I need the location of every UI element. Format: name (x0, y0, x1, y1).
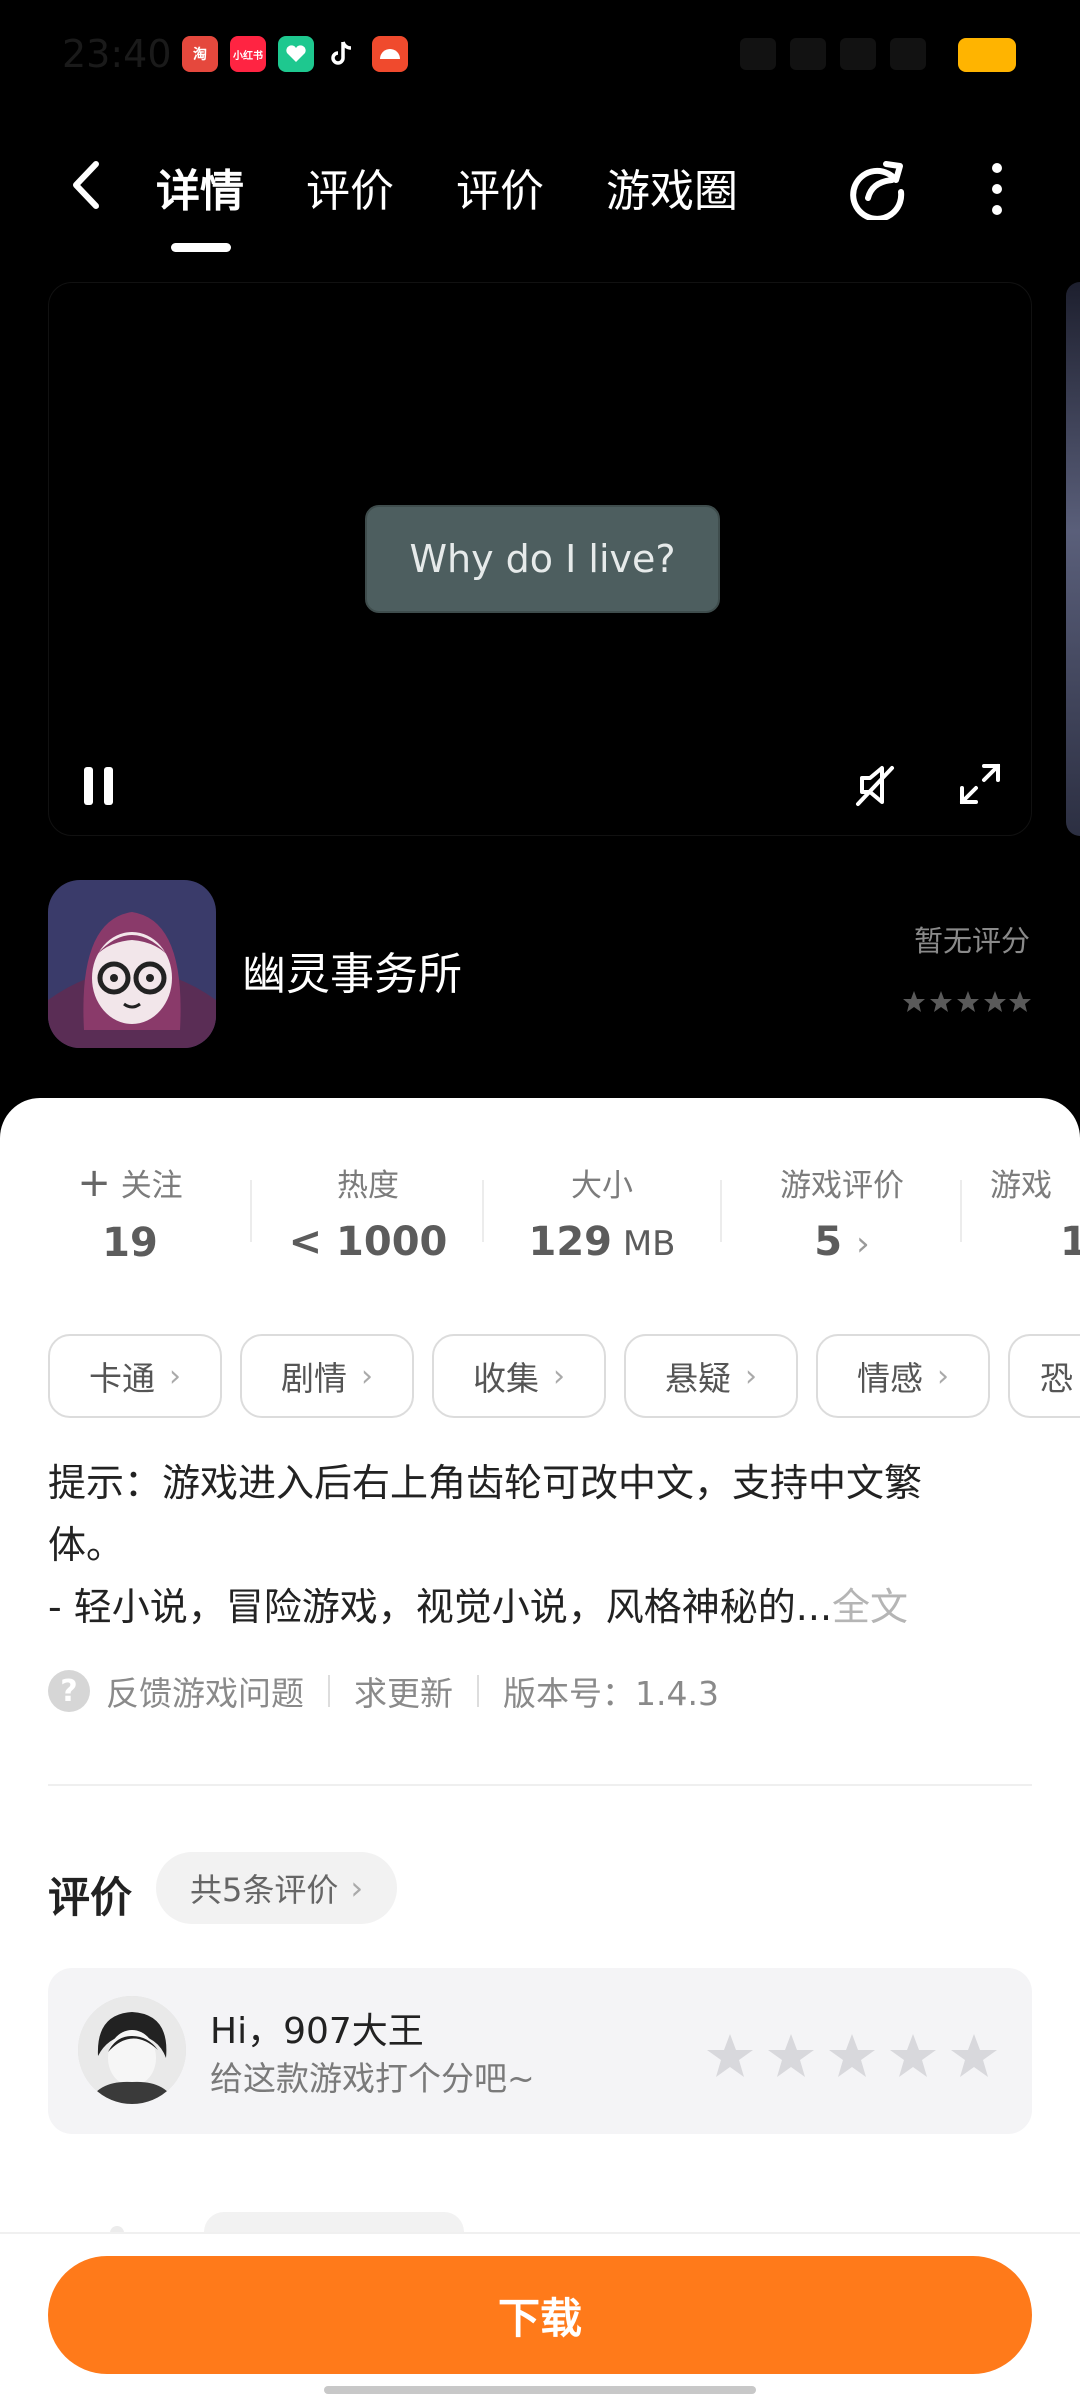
rating-stars (902, 990, 1032, 1014)
next-media-peek[interactable] (1066, 282, 1080, 836)
description-line: 体。 (48, 1523, 125, 1567)
signal-2-icon (890, 38, 926, 70)
stat-extra-label: 游戏 (990, 1168, 1052, 1204)
expand-text-link[interactable]: 全文 (832, 1585, 908, 1629)
tag-emotion[interactable]: 情感 › (816, 1334, 990, 1418)
red-app-icon (372, 36, 408, 72)
rate-prompt-text: 给这款游戏打个分吧~ (210, 2059, 535, 2098)
download-button[interactable]: 下载 (48, 2256, 1032, 2374)
chevron-right-icon: › (856, 1224, 870, 1264)
stat-heat: 热度 < 1000 (268, 1160, 468, 1265)
tag-horror[interactable]: 恐 (1008, 1334, 1080, 1418)
more-menu-icon[interactable] (982, 158, 1012, 220)
fullscreen-icon[interactable] (958, 762, 1002, 806)
all-reviews-button[interactable]: 共5条评价 › (156, 1852, 398, 1924)
divider (477, 1675, 479, 1707)
chevron-right-icon: › (937, 1358, 949, 1394)
chevron-right-icon: › (350, 1869, 364, 1907)
star-icon (829, 2034, 875, 2077)
stat-size-value: 129 MB (528, 1219, 676, 1265)
rating-text: 暂无评分 (913, 924, 1030, 958)
tag-mystery[interactable]: 悬疑 › (624, 1334, 798, 1418)
tiktok-icon (324, 36, 360, 72)
star-icon (890, 2034, 936, 2077)
feedback-link[interactable]: 反馈游戏问题 (106, 1667, 304, 1715)
game-description: 提示：游戏进入后右上角齿轮可改中文，支持中文繁 体。 - 轻小说，冒险游戏，视觉… (48, 1452, 1038, 1638)
details-sheet (0, 1098, 1080, 2400)
tab-reviews-2[interactable]: 评价 (456, 155, 544, 219)
tag-cartoon[interactable]: 卡通 › (48, 1334, 222, 1418)
star-icon (768, 2034, 814, 2077)
active-tab-indicator (171, 243, 231, 252)
description-line: 提示：游戏进入后右上角齿轮可改中文，支持中文繁 (48, 1461, 923, 1505)
status-bar: 23:40 淘 小红书 (0, 0, 1080, 120)
chevron-right-icon: › (745, 1358, 757, 1394)
stat-follow[interactable]: + 关注 19 (30, 1160, 230, 1266)
stat-reviews-value: 5 › (814, 1219, 870, 1265)
divider (328, 1675, 330, 1707)
nfc-icon (740, 38, 776, 70)
taobao-icon: 淘 (182, 36, 218, 72)
xiaohongshu-icon: 小红书 (230, 36, 266, 72)
game-title: 幽灵事务所 (242, 949, 462, 1000)
avatar (78, 1996, 186, 2104)
star-icon (951, 2034, 997, 2077)
tag-story[interactable]: 剧情 › (240, 1334, 414, 1418)
request-update-link[interactable]: 求更新 (354, 1667, 453, 1715)
game-app-icon (48, 880, 216, 1048)
stat-heat-label: 热度 (337, 1168, 399, 1204)
star-icon (707, 2034, 753, 2077)
greeting-text: Hi，907大王 (210, 2011, 424, 2052)
reviews-heading: 评价 (48, 1873, 133, 1922)
divider (482, 1180, 484, 1242)
stat-follow-label: + 关注 (77, 1160, 183, 1206)
video-caption-bubble: Why do I live? (365, 505, 720, 613)
share-icon[interactable] (846, 158, 908, 222)
chevron-right-icon: › (553, 1358, 565, 1394)
battery-icon (958, 38, 1016, 72)
mute-icon[interactable] (852, 760, 898, 810)
tab-reviews[interactable]: 评价 (306, 155, 394, 219)
meta-row: ? 反馈游戏问题 求更新 版本号：1.4.3 (48, 1666, 719, 1716)
section-divider (48, 1784, 1032, 1786)
signal-icon (840, 38, 876, 70)
stat-extra-value: 1 (1060, 1219, 1080, 1265)
divider (960, 1180, 962, 1242)
status-time: 23:40 (62, 32, 172, 76)
divider (250, 1180, 252, 1242)
green-app-icon (278, 36, 314, 72)
stat-heat-value: < 1000 (288, 1219, 448, 1265)
star-icons (903, 991, 1031, 1012)
divider (720, 1180, 722, 1242)
status-icons (740, 34, 970, 74)
stat-reviews-label: 游戏评价 (780, 1168, 904, 1204)
tag-collect[interactable]: 收集 › (432, 1334, 606, 1418)
stat-game-extra: 游戏 1 (990, 1160, 1080, 1265)
version-text: 版本号：1.4.3 (503, 1674, 719, 1713)
tab-details[interactable]: 详情 (156, 155, 244, 219)
tab-game-circle[interactable]: 游戏圈 (606, 155, 738, 219)
help-icon: ? (48, 1670, 90, 1712)
description-line: - 轻小说，冒险游戏，视觉小说，风格神秘的...全文 (48, 1585, 909, 1629)
home-indicator[interactable] (324, 2386, 756, 2394)
rate-stars[interactable] (706, 2032, 998, 2082)
chevron-right-icon: › (169, 1358, 181, 1394)
back-icon[interactable] (62, 150, 112, 220)
stat-size: 大小 129 MB (502, 1160, 702, 1265)
stat-follow-value: 19 (102, 1220, 158, 1266)
wifi-icon (790, 38, 826, 70)
pause-icon[interactable] (82, 765, 116, 807)
stat-game-reviews[interactable]: 游戏评价 5 › (742, 1160, 942, 1265)
chevron-right-icon: › (361, 1358, 373, 1394)
stat-size-label: 大小 (571, 1168, 633, 1204)
